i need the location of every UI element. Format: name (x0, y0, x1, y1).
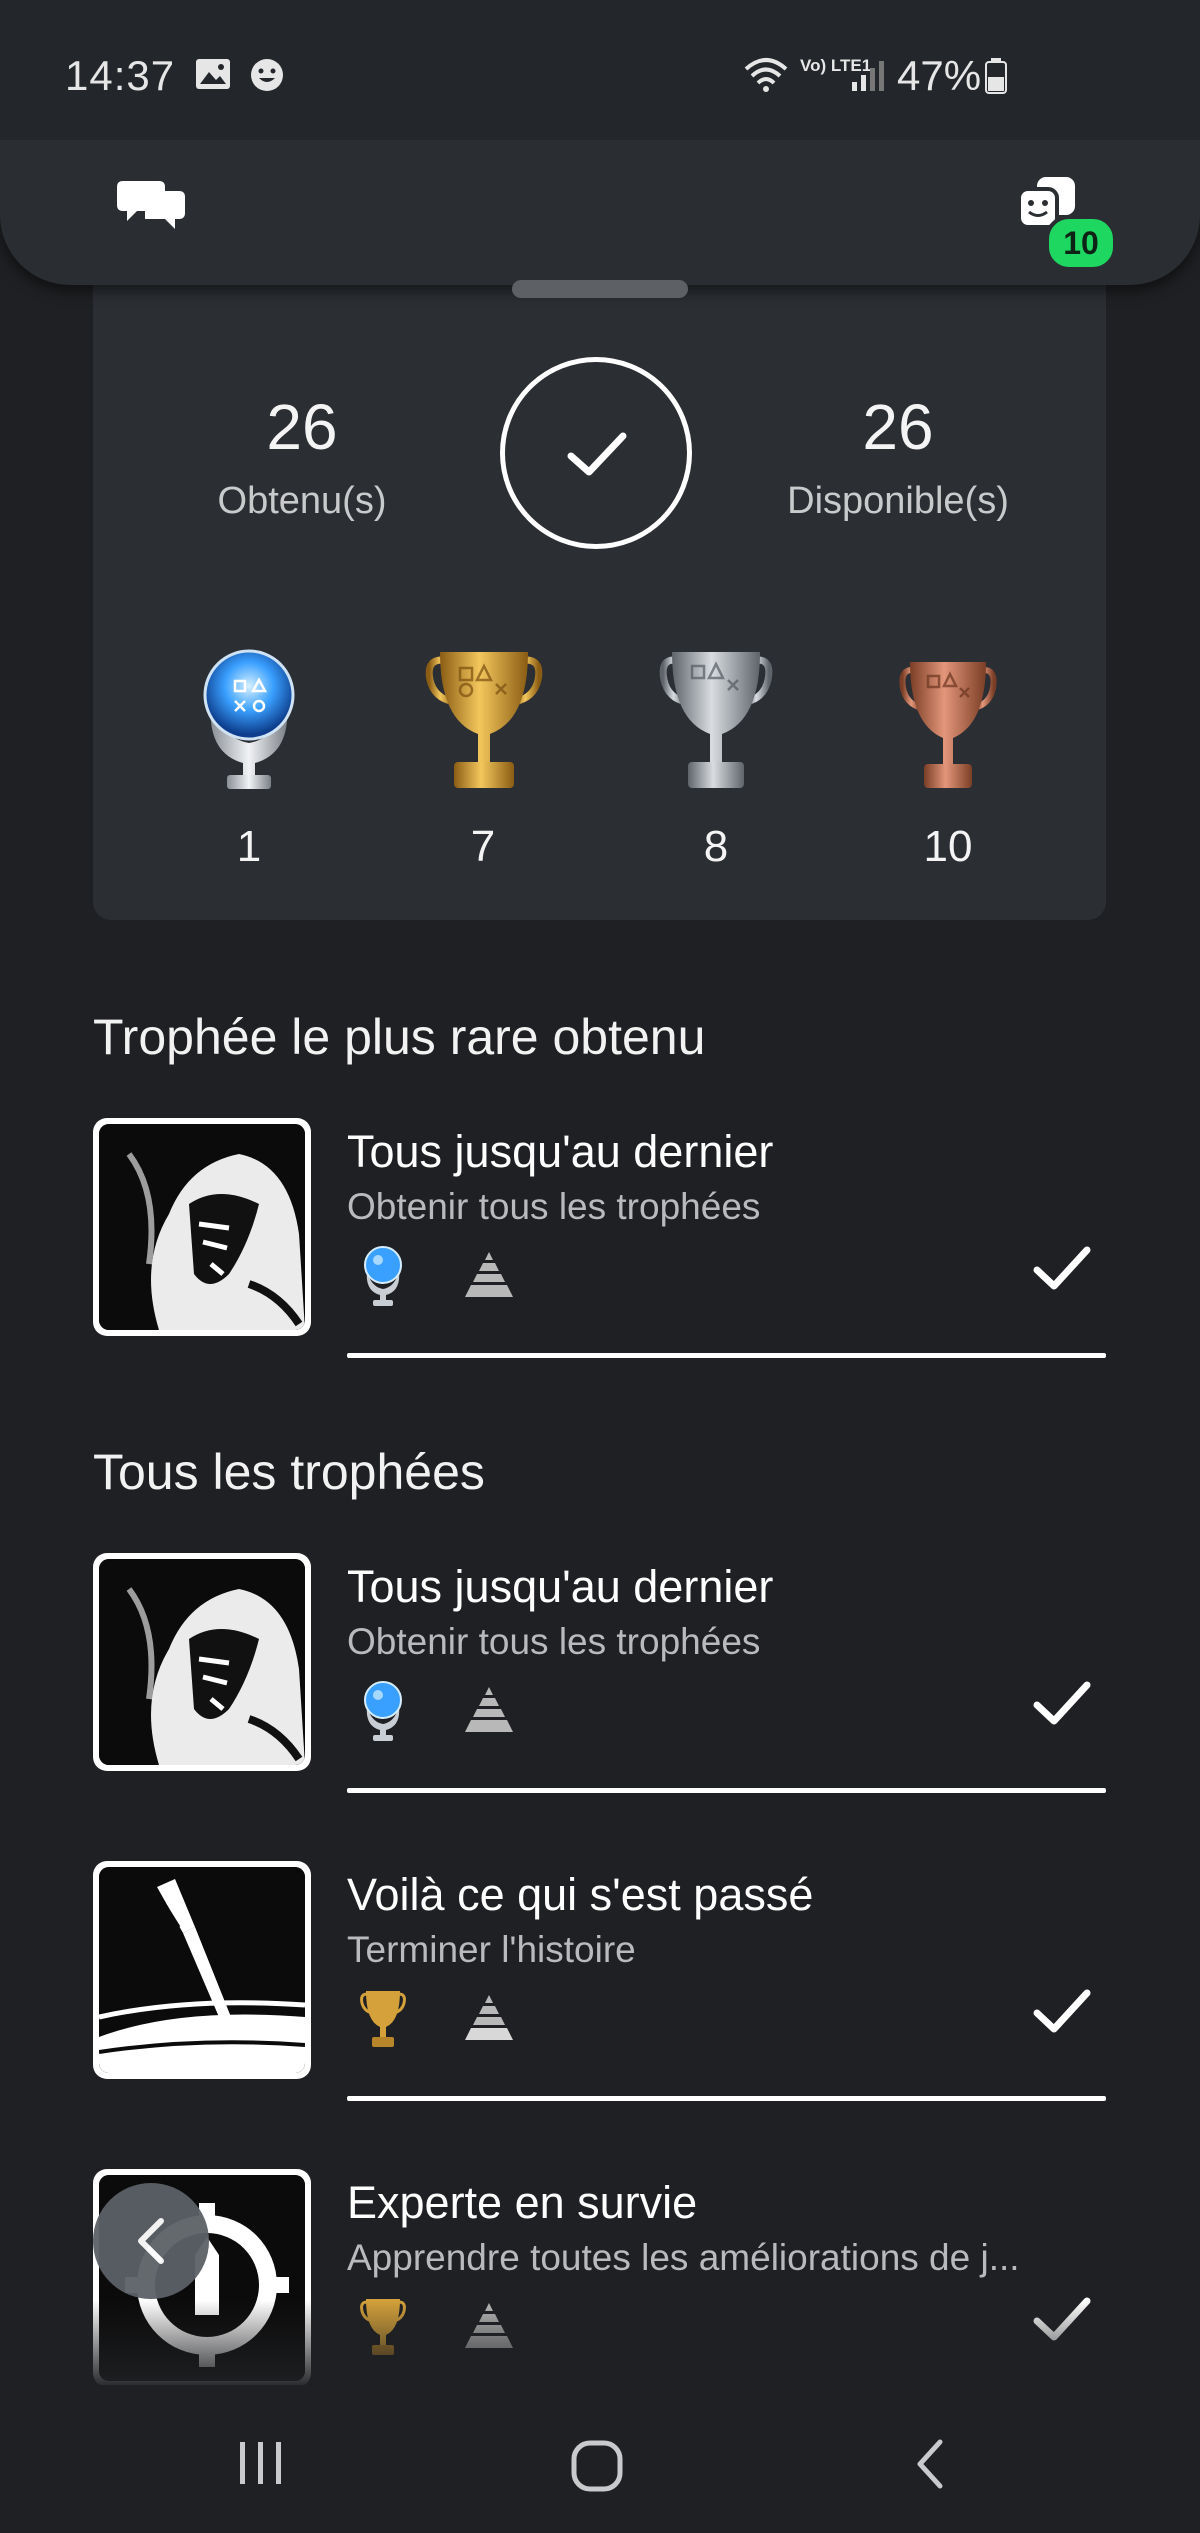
rarity-pyramid-icon (459, 1687, 519, 1738)
trophy-summary-card (93, 230, 1106, 920)
rarest-section-title: Trophée le plus rare obtenu (93, 1009, 706, 1065)
rarity-pyramid-icon (459, 1252, 519, 1303)
rarity-pyramid-icon (459, 1995, 519, 2046)
trophy-thumbnail (93, 1118, 311, 1336)
system-back-icon[interactable] (912, 2438, 948, 2495)
trophy-description: Obtenir tous les trophées (347, 1621, 761, 1662)
rarest-trophy-row[interactable]: Tous jusqu'au dernier Obtenir tous les t… (93, 1118, 1106, 1358)
back-button[interactable] (93, 2183, 209, 2299)
trophy-description: Apprendre toutes les améliorations de j.… (347, 2237, 1020, 2278)
bronze-trophy-icon (898, 660, 998, 797)
bottom-fade (0, 2300, 1200, 2390)
all-trophies-section-title: Tous les trophées (93, 1444, 485, 1500)
trophy-title: Tous jusqu'au dernier (347, 1126, 774, 1177)
available-count: 26 (862, 391, 934, 463)
system-nav-bar (0, 2385, 1200, 2533)
trophy-description: Obtenir tous les trophées (347, 1186, 761, 1227)
silver-count: 8 (703, 822, 729, 871)
signal-icon (850, 60, 886, 97)
status-bar: 14:37 Vo) LTE1 47% (0, 0, 1200, 140)
gallery-icon (195, 58, 231, 95)
trophy-thumbnail (93, 1553, 311, 1771)
platinum-trophy-icon (197, 643, 301, 798)
silver-trophy-icon (658, 650, 774, 797)
home-icon[interactable] (571, 2440, 623, 2497)
emoji-icon (250, 58, 284, 97)
earned-check-icon (1033, 1989, 1091, 2040)
platinum-trophy-icon (361, 1678, 405, 1747)
trophy-row[interactable]: Tous jusqu'au dernier Obtenir tous les t… (93, 1553, 1106, 1793)
recent-apps-icon[interactable] (236, 2440, 286, 2491)
row-underline (347, 1788, 1106, 1793)
trophy-title: Experte en survie (347, 2177, 698, 2228)
gold-trophy-icon (359, 1989, 407, 2054)
available-label: Disponible(s) (787, 480, 1009, 522)
trophy-title: Voilà ce qui s'est passé (347, 1869, 814, 1920)
check-icon (567, 432, 627, 476)
earned-check-icon (1033, 1246, 1091, 1297)
platinum-count: 1 (236, 822, 262, 871)
gold-count: 7 (470, 822, 496, 871)
chevron-left-icon (138, 2218, 164, 2264)
completion-ring (500, 357, 692, 549)
notifications-badge: 10 (1045, 215, 1117, 271)
battery-icon (985, 58, 1007, 99)
status-time: 14:37 (65, 52, 176, 99)
earned-count: 26 (266, 391, 338, 463)
earned-check-icon (1033, 1681, 1091, 1732)
trophy-thumbnail (93, 1861, 311, 2079)
gold-trophy-icon (424, 650, 544, 797)
row-underline (347, 1353, 1106, 1358)
earned-label: Obtenu(s) (217, 480, 387, 522)
wifi-icon (742, 55, 790, 98)
platinum-trophy-icon (361, 1243, 405, 1312)
battery-percentage: 47% (897, 52, 982, 99)
sheet-drag-handle[interactable] (512, 280, 688, 298)
trophy-description: Terminer l'histoire (347, 1929, 636, 1970)
chat-icon[interactable] (115, 175, 187, 240)
trophy-title: Tous jusqu'au dernier (347, 1561, 774, 1612)
row-underline (347, 2096, 1106, 2101)
trophy-row[interactable]: Voilà ce qui s'est passé Terminer l'hist… (93, 1861, 1106, 2101)
bronze-count: 10 (923, 822, 973, 871)
